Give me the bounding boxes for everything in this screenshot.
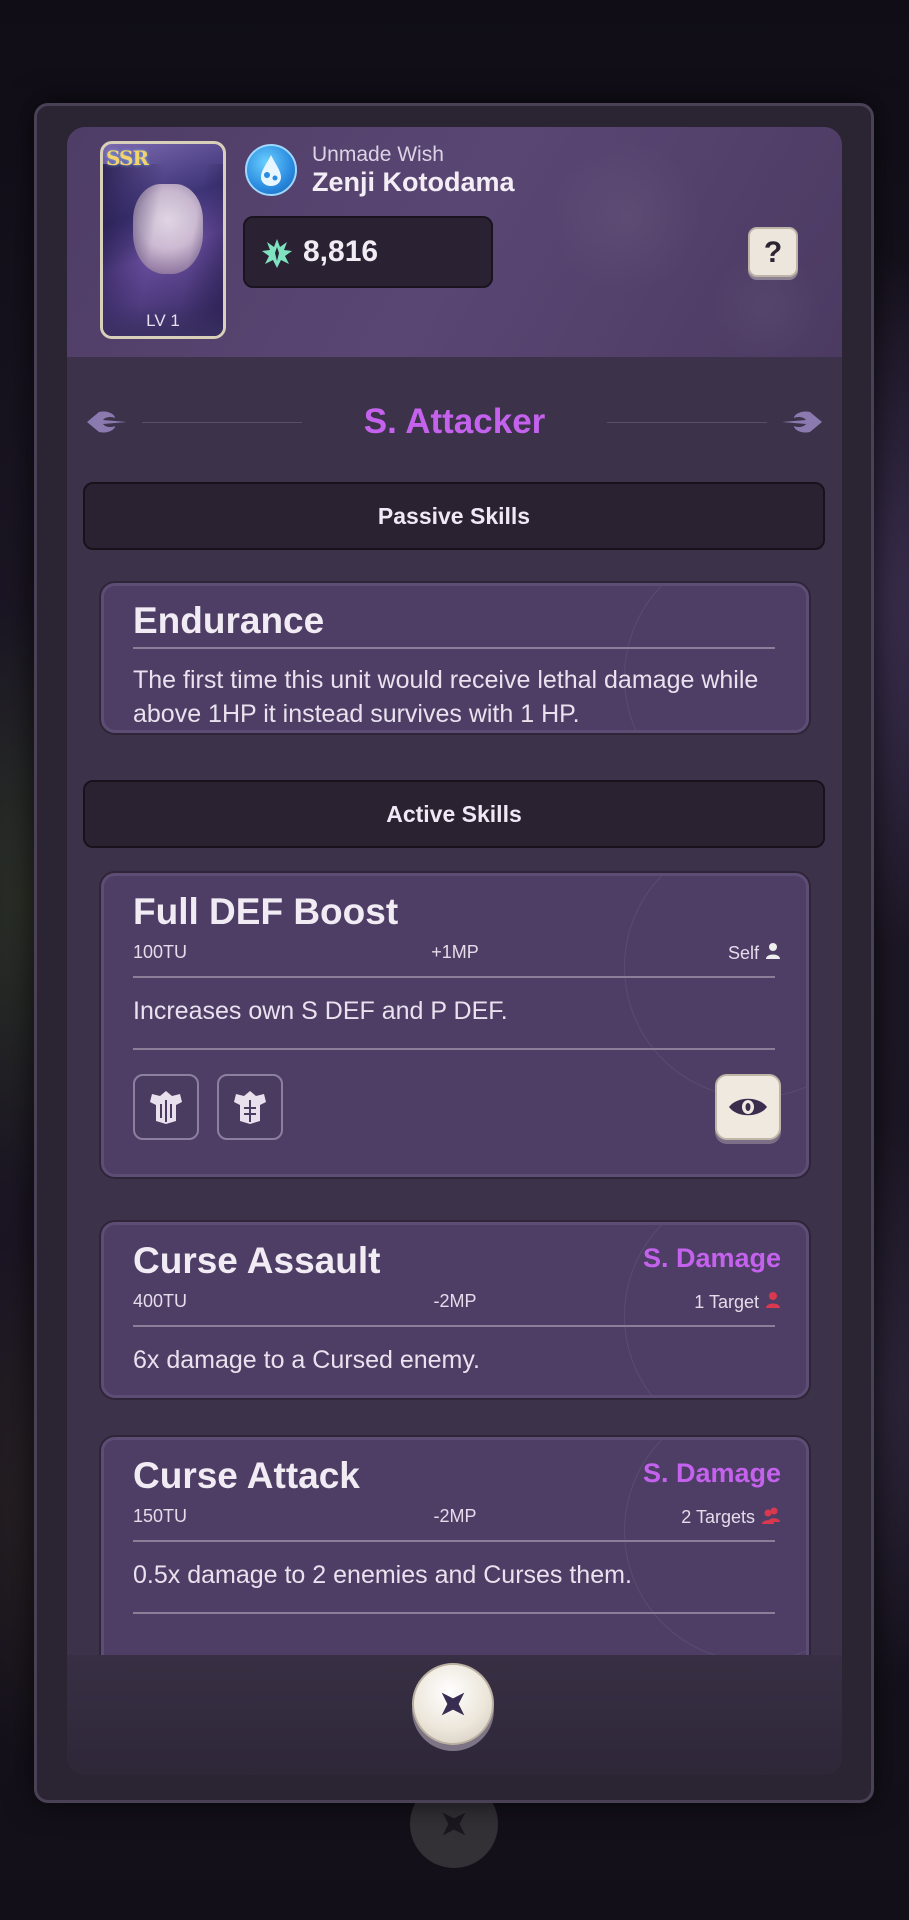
skill-divider [133, 1612, 775, 1614]
skill-description: The first time this unit would receive l… [133, 666, 759, 728]
skill-divider [133, 1048, 775, 1050]
skill-description: 6x damage to a Cursed enemy. [133, 1346, 480, 1374]
skill-divider [133, 647, 775, 649]
close-button[interactable] [412, 1663, 494, 1745]
skill-description: Increases own S DEF and P DEF. [133, 997, 508, 1025]
skill-type: S. Damage [642, 1243, 781, 1273]
def-up-tag-icon[interactable] [133, 1074, 199, 1140]
passive-skills-header: Passive Skills [83, 482, 825, 550]
power-value: 8,816 [303, 235, 379, 268]
active-skill-card[interactable]: Full DEF Boost 100TU +1MP Self Increases… [101, 873, 809, 1177]
active-skill-card[interactable]: Curse Assault S. Damage 400TU -2MP 1 Tar… [101, 1222, 809, 1398]
skill-name: Endurance [133, 600, 325, 641]
unit-portrait [133, 184, 203, 274]
ornament-right-icon [780, 408, 824, 441]
skill-description: 0.5x damage to 2 enemies and Curses them… [133, 1561, 632, 1589]
skill-divider [133, 1325, 775, 1327]
power-display: 8,816 [243, 216, 493, 288]
active-skills-header: Active Skills [83, 780, 825, 848]
person-icon [765, 942, 781, 965]
skill-type: S. Damage [642, 1458, 781, 1488]
power-icon [261, 237, 293, 274]
close-icon [441, 1692, 465, 1716]
unit-portrait-shade [103, 164, 223, 336]
skill-panel-content: SSR LV 1 Unmade Wish Zenji Kotodama 8,81… [67, 127, 842, 1775]
skill-name: Curse Attack [133, 1455, 360, 1496]
enemies-icon [761, 1506, 781, 1529]
skill-name: Curse Assault [133, 1240, 381, 1281]
def-up-tag-icon[interactable] [217, 1074, 283, 1140]
skill-divider [133, 1540, 775, 1542]
unit-level: LV 1 [103, 306, 223, 336]
skill-mp: +1MP [431, 942, 479, 962]
view-animation-button[interactable] [715, 1074, 781, 1140]
skill-target-label: 1 Target [694, 1292, 759, 1312]
class-title-row: S. Attacker [67, 392, 842, 452]
help-button[interactable]: ? [748, 227, 798, 277]
skill-target: 1 Target [694, 1291, 781, 1314]
skill-target: 2 Targets [681, 1506, 781, 1529]
unit-card[interactable]: SSR LV 1 [100, 141, 226, 339]
water-element-icon [245, 144, 297, 196]
rarity-badge: SSR [106, 146, 149, 170]
skill-target: Self [728, 942, 781, 965]
unit-name: Zenji Kotodama [312, 167, 515, 197]
title-divider-right [607, 422, 767, 423]
enemy-icon [765, 1291, 781, 1314]
skill-target-label: Self [727, 943, 759, 963]
unit-subtitle: Unmade Wish [312, 143, 444, 166]
skill-name: Full DEF Boost [133, 891, 399, 932]
skill-target-label: 2 Targets [681, 1507, 755, 1527]
unit-header: SSR LV 1 Unmade Wish Zenji Kotodama 8,81… [67, 127, 842, 357]
skill-divider [133, 976, 775, 978]
passive-skill-card[interactable]: Endurance The first time this unit would… [101, 583, 809, 733]
